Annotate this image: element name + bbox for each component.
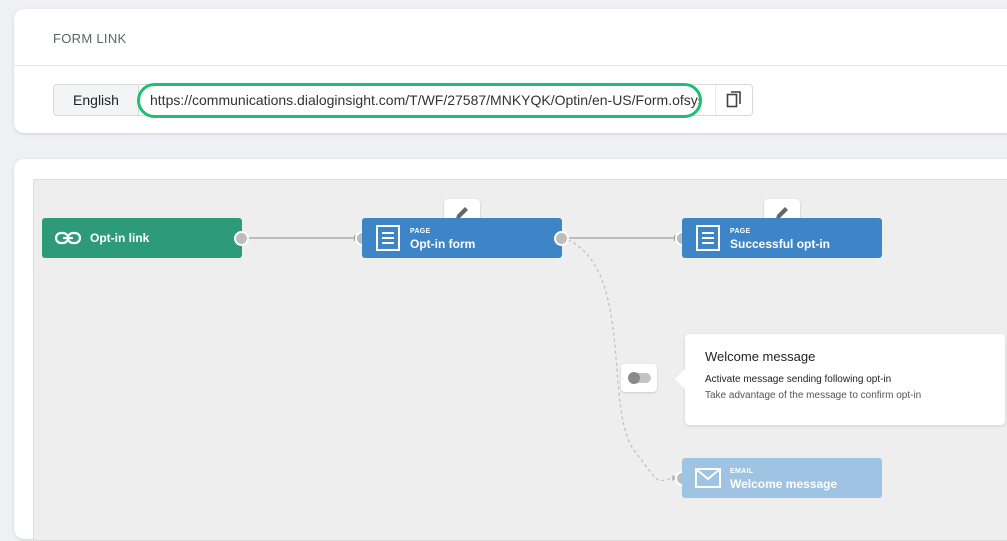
welcome-email-node[interactable]: EMAIL Welcome message	[682, 458, 882, 498]
welcome-info-panel: Welcome message Activate message sending…	[675, 334, 1005, 425]
optin-link-out-port[interactable]	[234, 231, 249, 246]
welcome-message-toggle[interactable]	[621, 364, 657, 392]
form-link-header: FORM LINK	[14, 9, 1007, 66]
optin-form-node[interactable]: PAGE Opt-in form	[362, 218, 562, 258]
form-link-row: English	[53, 84, 753, 116]
success-kicker: PAGE	[730, 228, 751, 235]
copy-icon	[726, 91, 741, 108]
page-icon	[376, 225, 400, 251]
link-icon	[54, 231, 82, 245]
success-node[interactable]: PAGE Successful opt-in	[682, 218, 882, 258]
info-panel-pointer	[675, 368, 686, 390]
flow-card: Opt-in link PAGE Opt-in form PAGE Succes…	[14, 159, 1007, 541]
flow-canvas: Opt-in link PAGE Opt-in form PAGE Succes…	[33, 179, 1007, 541]
welcome-panel-title: Welcome message	[705, 349, 816, 364]
page-icon	[696, 225, 720, 251]
optin-link-node[interactable]: Opt-in link	[42, 218, 242, 258]
welcome-panel-line1: Activate message sending following opt-i…	[705, 374, 892, 385]
welcome-label: Welcome message	[730, 477, 838, 491]
success-label: Successful opt-in	[730, 237, 831, 251]
optin-form-label: Opt-in form	[410, 237, 476, 251]
copy-button[interactable]	[715, 85, 752, 115]
optin-form-kicker: PAGE	[410, 228, 431, 235]
welcome-panel-line2: Take advantage of the message to confirm…	[705, 390, 922, 401]
optin-form-out-port[interactable]	[554, 231, 569, 246]
welcome-kicker: EMAIL	[730, 468, 754, 475]
envelope-icon	[695, 468, 721, 488]
form-link-card: FORM LINK English	[14, 9, 1007, 133]
form-url-field[interactable]	[140, 85, 700, 115]
toggle-knob	[628, 372, 640, 384]
form-link-title: FORM LINK	[53, 31, 127, 46]
language-label[interactable]: English	[54, 85, 139, 115]
optin-link-label: Opt-in link	[90, 231, 150, 245]
